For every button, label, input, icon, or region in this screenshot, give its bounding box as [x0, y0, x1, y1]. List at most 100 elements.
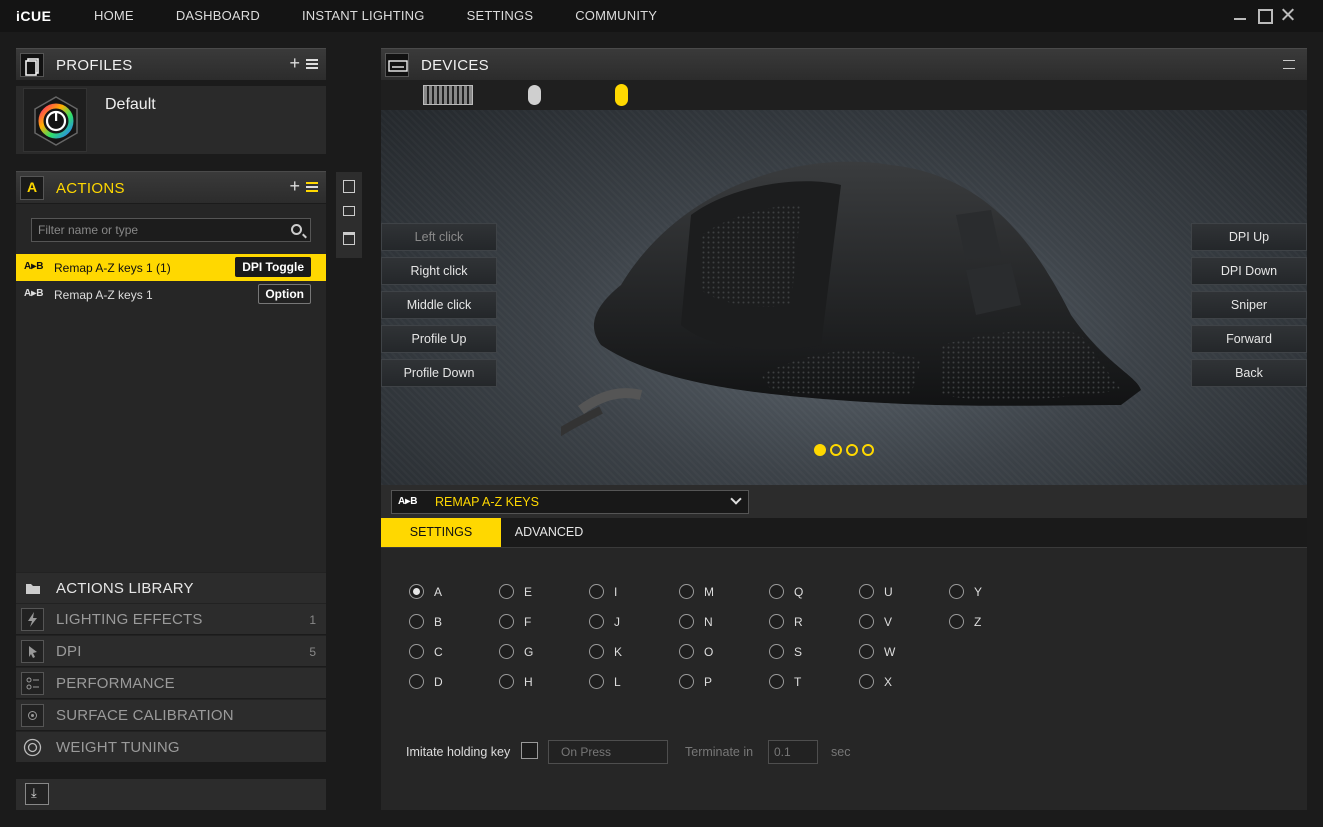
map-button-profile-down[interactable]: Profile Down: [381, 359, 497, 387]
library-count: 1: [309, 613, 316, 627]
nav-community[interactable]: COMMUNITY: [575, 8, 657, 23]
key-radio-r[interactable]: R: [769, 613, 809, 631]
radio-label: N: [704, 615, 713, 629]
key-radio-e[interactable]: E: [499, 583, 539, 601]
nav-home[interactable]: HOME: [94, 8, 134, 23]
key-radio-q[interactable]: Q: [769, 583, 809, 601]
imitate-checkbox[interactable]: [521, 742, 538, 759]
library-dpi[interactable]: DPI 5: [16, 635, 326, 666]
key-radio-y[interactable]: Y: [949, 583, 989, 601]
action-filter[interactable]: [31, 218, 311, 242]
radio-dot: [949, 614, 964, 629]
library-actions[interactable]: ACTIONS LIBRARY: [16, 572, 326, 603]
page-dot[interactable]: [814, 444, 826, 456]
map-button-dpi-down[interactable]: DPI Down: [1191, 257, 1307, 285]
actions-menu-icon[interactable]: [306, 182, 318, 192]
terminate-label: Terminate in: [685, 745, 754, 759]
filter-input[interactable]: [32, 219, 310, 241]
trash-icon[interactable]: [343, 232, 355, 245]
search-icon[interactable]: [291, 224, 302, 235]
key-radio-p[interactable]: P: [679, 673, 719, 691]
tab-advanced[interactable]: ADVANCED: [501, 518, 597, 547]
radio-label: D: [434, 675, 443, 689]
map-button-dpi-up[interactable]: DPI Up: [1191, 223, 1307, 251]
key-radio-x[interactable]: X: [859, 673, 899, 691]
nav-instant-lighting[interactable]: INSTANT LIGHTING: [302, 8, 425, 23]
key-radio-j[interactable]: J: [589, 613, 629, 631]
radio-dot: [769, 644, 784, 659]
action-row[interactable]: A▸B Remap A-Z keys 1 Option: [16, 281, 326, 308]
key-radio-b[interactable]: B: [409, 613, 449, 631]
map-button-profile-up[interactable]: Profile Up: [381, 325, 497, 353]
map-button-forward[interactable]: Forward: [1191, 325, 1307, 353]
map-button-right-click[interactable]: Right click: [381, 257, 497, 285]
add-profile-button[interactable]: +: [289, 53, 300, 74]
export-button[interactable]: [25, 783, 49, 805]
page-dot[interactable]: [862, 444, 874, 456]
key-radio-w[interactable]: W: [859, 643, 899, 661]
library-lighting-effects[interactable]: LIGHTING EFFECTS 1: [16, 603, 326, 634]
action-type-select[interactable]: A▸B REMAP A-Z KEYS: [391, 490, 749, 514]
map-button-left-click[interactable]: Left click: [381, 223, 497, 251]
devices-menu-icon[interactable]: [1283, 60, 1295, 69]
key-radio-l[interactable]: L: [589, 673, 629, 691]
nav-dashboard[interactable]: DASHBOARD: [176, 8, 260, 23]
key-radio-f[interactable]: F: [499, 613, 539, 631]
action-row[interactable]: A▸B Remap A-Z keys 1 (1) DPI Toggle: [16, 254, 326, 281]
radio-label: W: [884, 645, 896, 659]
tab-settings[interactable]: SETTINGS: [381, 518, 501, 547]
key-radio-o[interactable]: O: [679, 643, 719, 661]
add-action-button[interactable]: +: [289, 176, 300, 197]
key-radio-d[interactable]: D: [409, 673, 449, 691]
nav-settings[interactable]: SETTINGS: [467, 8, 534, 23]
action-badge[interactable]: Option: [258, 284, 311, 304]
device-keyboard-tab[interactable]: [423, 85, 473, 105]
duplicate-icon[interactable]: [343, 206, 355, 216]
key-radio-n[interactable]: N: [679, 613, 719, 631]
editor-tabs: SETTINGS ADVANCED: [381, 518, 1307, 548]
terminate-input[interactable]: 0.1: [768, 740, 818, 764]
key-radio-s[interactable]: S: [769, 643, 809, 661]
library-label: PERFORMANCE: [56, 675, 175, 692]
key-radio-u[interactable]: U: [859, 583, 899, 601]
page-dot[interactable]: [830, 444, 842, 456]
profile-item[interactable]: Default: [16, 86, 326, 154]
device-mouse-tab[interactable]: [528, 85, 541, 105]
library-surface-calibration[interactable]: SURFACE CALIBRATION: [16, 699, 326, 730]
profiles-menu-icon[interactable]: [306, 59, 318, 69]
page-dot[interactable]: [846, 444, 858, 456]
imitate-mode-select[interactable]: On Press: [548, 740, 668, 764]
maximize-icon[interactable]: [1257, 7, 1273, 24]
map-button-middle-click[interactable]: Middle click: [381, 291, 497, 319]
map-button-back[interactable]: Back: [1191, 359, 1307, 387]
copy-icon[interactable]: [343, 180, 355, 193]
key-radio-a[interactable]: A: [409, 583, 449, 601]
key-radio-m[interactable]: M: [679, 583, 719, 601]
key-radio-t[interactable]: T: [769, 673, 809, 691]
crosshair-icon: [21, 704, 44, 727]
key-radio-k[interactable]: K: [589, 643, 629, 661]
device-mouse-selected-tab[interactable]: [615, 84, 628, 106]
key-radio-h[interactable]: H: [499, 673, 539, 691]
radio-label: A: [434, 585, 443, 599]
library-weight-tuning[interactable]: WEIGHT TUNING: [16, 731, 326, 762]
key-radio-c[interactable]: C: [409, 643, 449, 661]
library-count: 5: [309, 645, 316, 659]
key-radio-v[interactable]: V: [859, 613, 899, 631]
action-badge[interactable]: DPI Toggle: [235, 257, 311, 277]
radio-label: S: [794, 645, 803, 659]
radio-dot: [589, 644, 604, 659]
profiles-header: PROFILES +: [16, 48, 326, 80]
action-tools: [336, 172, 362, 258]
profiles-title: PROFILES: [56, 57, 133, 74]
key-radio-z[interactable]: Z: [949, 613, 989, 631]
library-performance[interactable]: PERFORMANCE: [16, 667, 326, 698]
key-radio-i[interactable]: I: [589, 583, 629, 601]
map-button-sniper[interactable]: Sniper: [1191, 291, 1307, 319]
radio-label: X: [884, 675, 893, 689]
lightning-icon: [21, 608, 44, 631]
close-icon[interactable]: [1281, 7, 1295, 23]
radio-dot: [409, 584, 424, 599]
key-radio-g[interactable]: G: [499, 643, 539, 661]
minimize-icon[interactable]: [1233, 7, 1247, 23]
